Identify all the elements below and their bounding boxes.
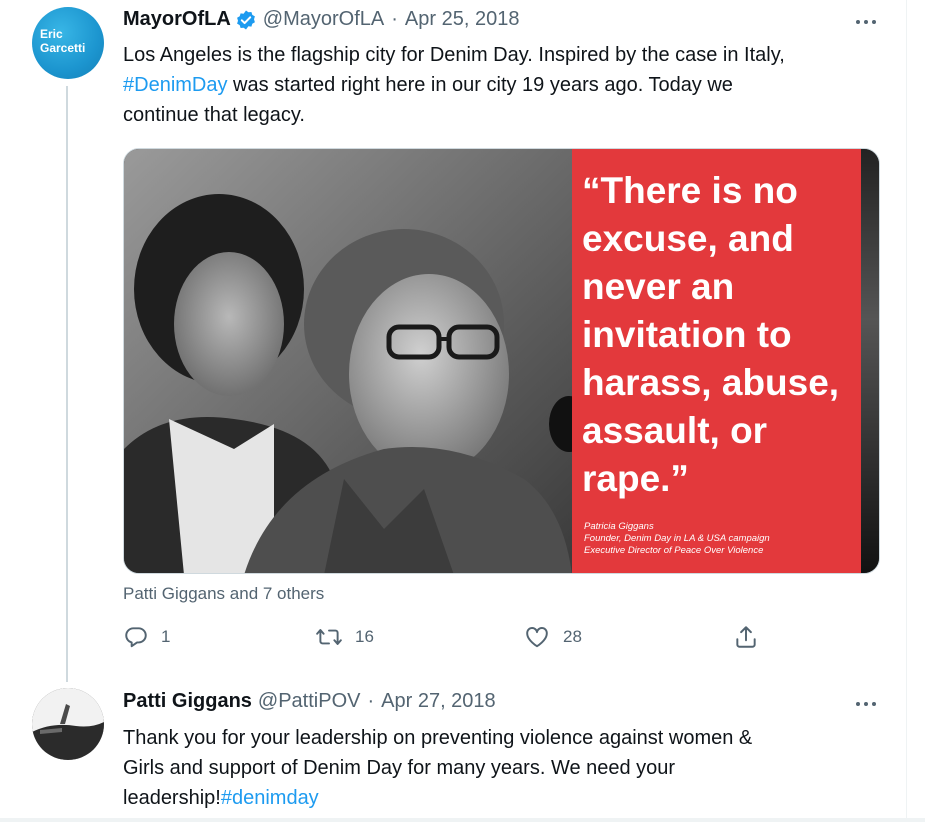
tweet2-text-line-2: Girls and support of Denim Day for many … [123,757,676,779]
tweet-date-2[interactable]: Apr 27, 2018 [381,690,496,713]
retweet-icon [315,624,343,650]
more-icon[interactable] [852,12,880,32]
like-icon [523,624,551,650]
share-button[interactable] [733,624,759,650]
bottom-border [0,818,925,822]
tweet-text-2: Thank you for your leadership on prevent… [123,723,893,813]
avatar-pattipov[interactable] [32,688,104,760]
thread-connector-line [66,86,68,682]
avatar-photo [32,688,104,760]
tweet-image[interactable]: “There is no excuse, and never an invita… [123,148,880,574]
hashtag-link[interactable]: #DenimDay [123,74,227,96]
author-name[interactable]: MayorOfLA [123,8,231,31]
tweet-text-line-2-rest: was started right here in our city 19 ye… [227,74,733,96]
separator-dot-2: · [367,690,375,712]
tweet2-text-line-3: leadership!#denimday [123,783,893,813]
retweet-count: 16 [355,627,374,646]
reply-button[interactable]: 1 [123,624,170,650]
tweet2-text-line-1: Thank you for your leadership on prevent… [123,727,753,749]
separator-dot: · [391,8,398,30]
tweet2-text-line-3-start: leadership! [123,787,221,809]
photo-edge [861,149,879,573]
photo-illustration [124,149,572,573]
reply-count: 1 [161,627,171,646]
reply-icon [123,624,149,650]
avatar-logo: Eric Garcetti [40,27,86,55]
tweet-text-line-1: Los Angeles is the flagship city for Den… [123,44,785,66]
tagged-users-link[interactable]: Patti Giggans and 7 others [123,584,324,604]
hashtag-link-2[interactable]: #denimday [221,787,319,809]
author-name-2[interactable]: Patti Giggans [123,690,252,713]
tweet-text-line-2: #DenimDay was started right here in our … [123,70,893,100]
tweet-text-line-3: continue that legacy. [123,104,305,126]
tweet-header-2: Patti Giggans @PattiPOV · Apr 27, 2018 [123,690,496,713]
avatar-mayorofla[interactable]: Eric Garcetti [32,7,104,79]
tweet-date[interactable]: Apr 25, 2018 [405,8,520,31]
author-handle[interactable]: @MayorOfLA [263,8,384,31]
image-quote: “There is no excuse, and never an invita… [582,170,840,499]
author-handle-2[interactable]: @PattiPOV [258,690,361,713]
like-count: 28 [563,627,582,646]
tweet-text: Los Angeles is the flagship city for Den… [123,40,893,130]
image-credit: Patricia Giggans Founder, Denim Day in L… [584,521,770,556]
column-border [906,0,907,822]
share-icon [733,624,759,650]
more-icon[interactable] [852,694,880,714]
retweet-button[interactable]: 16 [315,624,374,650]
verified-badge-icon [235,9,257,31]
like-button[interactable]: 28 [523,624,582,650]
tweet-header: MayorOfLA @MayorOfLA · Apr 25, 2018 [123,8,519,31]
